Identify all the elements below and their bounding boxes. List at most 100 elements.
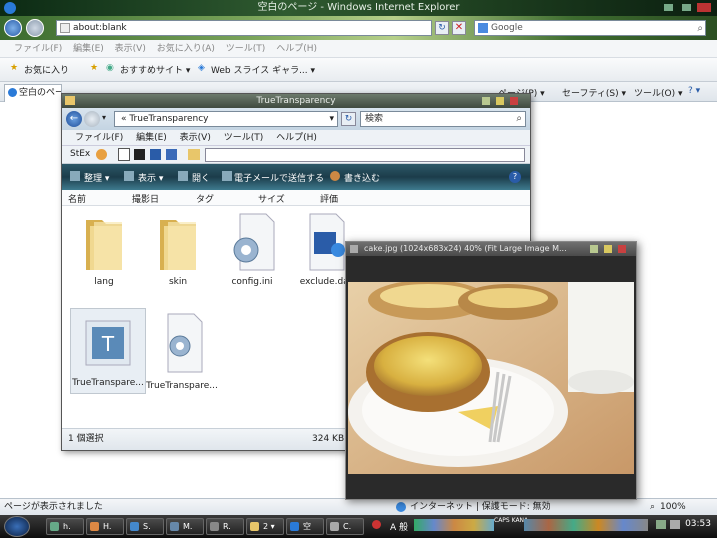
maximize-icon[interactable]: [496, 97, 504, 105]
menu-file[interactable]: ファイル(F): [10, 40, 66, 58]
help-icon[interactable]: ? ▾: [688, 86, 700, 96]
tray-icons[interactable]: [414, 519, 494, 531]
menu-view[interactable]: 表示(V): [111, 40, 150, 58]
zoom-icon: ⌕: [650, 502, 656, 512]
menu-tools[interactable]: ツール(T): [219, 130, 269, 146]
ie-tab-icon: [8, 88, 17, 97]
search-icon[interactable]: ⌕: [697, 22, 703, 36]
start-button[interactable]: [4, 516, 30, 537]
column-tags[interactable]: タグ: [196, 192, 214, 205]
item-label: TrueTranspare...: [72, 378, 144, 388]
menu-favorites[interactable]: お気に入り(A): [153, 40, 219, 58]
tools-menu[interactable]: ツール(O) ▾: [634, 86, 683, 99]
back-button[interactable]: [4, 19, 22, 37]
explorer-address-bar[interactable]: « TrueTransparency ▾: [114, 111, 338, 127]
tray-icons[interactable]: [524, 519, 648, 531]
burn-button[interactable]: 書き込む: [344, 171, 380, 184]
stex-tool-icon[interactable]: [96, 149, 107, 160]
address-bar[interactable]: about:blank: [56, 20, 432, 36]
suggested-sites-button[interactable]: おすすめサイト ▾: [120, 63, 190, 76]
taskbar-button[interactable]: H.: [86, 518, 124, 535]
list-item[interactable]: config.ini: [214, 212, 290, 287]
back-icon[interactable]: ←: [66, 111, 82, 127]
list-item[interactable]: lang: [66, 212, 142, 287]
list-item[interactable]: skin: [140, 212, 216, 287]
favorites-button[interactable]: お気に入り: [24, 63, 69, 76]
menu-view[interactable]: 表示(V): [175, 130, 216, 146]
taskbar-button[interactable]: C.: [326, 518, 364, 535]
tray-icon[interactable]: [372, 520, 381, 529]
view-details-icon[interactable]: [150, 149, 161, 160]
address-dropdown-icon[interactable]: ▾: [329, 112, 334, 126]
list-item[interactable]: TrueTranspare...: [144, 308, 220, 391]
close-icon[interactable]: [510, 97, 518, 105]
folder-up-icon[interactable]: [188, 149, 200, 160]
add-favorite-icon[interactable]: ★: [90, 63, 98, 73]
web-slice-icon: ◈: [198, 63, 205, 73]
column-name[interactable]: 名前: [68, 192, 86, 205]
view-dark-icon[interactable]: [134, 149, 145, 160]
menu-help[interactable]: ヘルプ(H): [272, 40, 321, 58]
taskbar-button[interactable]: 空: [286, 518, 324, 535]
view-list-icon[interactable]: [166, 149, 177, 160]
minimize-icon[interactable]: [482, 97, 490, 105]
ie-navigation-toolbar: about:blank ↻ ✕ Google ⌕: [0, 16, 717, 40]
network-icon[interactable]: [656, 520, 666, 529]
minimize-icon[interactable]: [590, 245, 598, 253]
search-icon[interactable]: ⌕: [516, 112, 522, 126]
menu-edit[interactable]: 編集(E): [131, 130, 172, 146]
taskbar-button[interactable]: M.: [166, 518, 204, 535]
taskbar-button[interactable]: h.: [46, 518, 84, 535]
ie-logo-icon: [4, 2, 16, 14]
taskbar-button[interactable]: 2 ▾: [246, 518, 284, 535]
search-input[interactable]: Google ⌕: [474, 20, 706, 36]
stex-path-input[interactable]: [205, 148, 525, 162]
refresh-icon[interactable]: ↻: [435, 21, 449, 35]
menu-tools[interactable]: ツール(T): [222, 40, 270, 58]
list-item-selected[interactable]: T TrueTranspare...: [70, 308, 146, 394]
organize-icon: [70, 171, 80, 181]
clock[interactable]: 03:53: [685, 519, 711, 529]
google-icon: [478, 23, 488, 33]
maximize-icon[interactable]: [682, 4, 691, 11]
maximize-icon[interactable]: [604, 245, 612, 253]
zoom-level[interactable]: 100%: [660, 499, 686, 515]
column-date-taken[interactable]: 撮影日: [132, 192, 159, 205]
tab-blank-page[interactable]: 空白のペー: [4, 84, 62, 102]
selection-size: 324 KB: [312, 434, 345, 444]
svg-text:T: T: [101, 332, 115, 356]
open-button[interactable]: 開く: [192, 171, 210, 184]
close-icon[interactable]: [697, 3, 711, 12]
help-icon[interactable]: ?: [509, 171, 521, 183]
email-button[interactable]: 電子メールで送信する: [234, 171, 324, 184]
organize-button[interactable]: 整理 ▾: [84, 171, 109, 184]
close-icon[interactable]: [618, 245, 626, 253]
globe-icon: [396, 502, 406, 512]
forward-icon[interactable]: [84, 111, 100, 127]
stex-toolbar: StEx: [62, 146, 530, 164]
taskbar-label: h.: [63, 522, 71, 531]
menu-edit[interactable]: 編集(E): [69, 40, 108, 58]
zone-text[interactable]: インターネット | 保護モード: 無効: [410, 499, 551, 515]
refresh-icon[interactable]: ↻: [341, 112, 356, 126]
stop-icon[interactable]: ✕: [452, 21, 466, 35]
taskbar-button[interactable]: S.: [126, 518, 164, 535]
ime-indicator[interactable]: A 般: [390, 520, 408, 533]
taskbar-button[interactable]: R.: [206, 518, 244, 535]
menu-file[interactable]: ファイル(F): [70, 130, 128, 146]
menu-help[interactable]: ヘルプ(H): [271, 130, 322, 146]
item-label: TrueTranspare...: [146, 381, 218, 391]
web-slice-button[interactable]: Web スライス ギャラ... ▾: [211, 63, 315, 76]
taskbar-label: 空: [303, 522, 311, 531]
minimize-icon[interactable]: [664, 4, 673, 11]
explorer-search-input[interactable]: 検索 ⌕: [360, 111, 526, 127]
safety-menu[interactable]: セーフティ(S) ▾: [562, 86, 626, 99]
volume-icon[interactable]: [670, 520, 680, 529]
view-button[interactable]: 表示 ▾: [138, 171, 163, 184]
column-size[interactable]: サイズ: [258, 192, 285, 205]
history-dropdown-icon[interactable]: ▾: [102, 113, 106, 122]
view-icon[interactable]: [118, 148, 130, 161]
forward-button[interactable]: [26, 19, 44, 37]
app-icon: T: [85, 320, 131, 366]
column-rating[interactable]: 評価: [320, 192, 338, 205]
